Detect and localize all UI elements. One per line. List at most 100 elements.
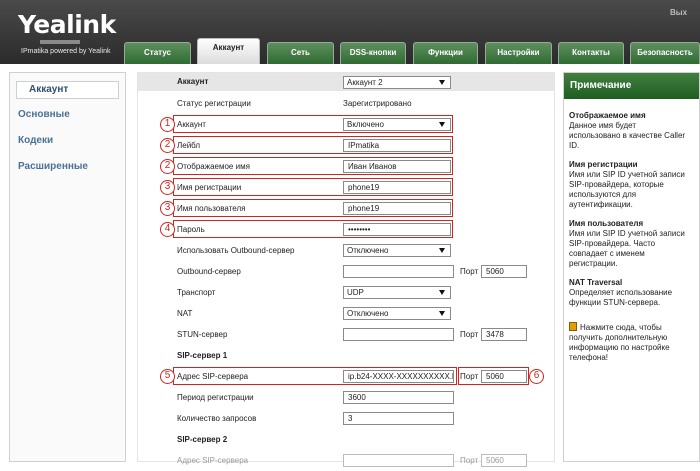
account-select-value: Аккаунт 2 — [347, 78, 383, 87]
annotation-badge-3: 3 — [160, 201, 175, 216]
stun-port-label: Порт — [460, 330, 479, 339]
help-panel: Примечание Отображаемое имя Данное имя б… — [563, 72, 700, 462]
sip2-address-label: Адрес SIP-сервера — [177, 456, 249, 465]
highlight-display-name-row — [173, 157, 453, 175]
logo-tagline: IPmatika powered by Yealink — [21, 48, 111, 55]
sidebar: Аккаунт Основные Кодеки Расширенные — [9, 72, 126, 462]
outbound-enable-select[interactable]: Отключено — [343, 244, 451, 257]
logo: Yealink — [18, 10, 116, 39]
tab-network[interactable]: Сеть — [267, 42, 334, 64]
help-line: SIP-провайдера, которые — [569, 180, 664, 189]
help-body: Отображаемое имя Данное имя будет исполь… — [569, 111, 699, 372]
annotation-badge-1: 1 — [160, 117, 175, 132]
help-line: Определяет использование — [569, 288, 673, 297]
chevron-down-icon — [439, 248, 445, 253]
help-title: Примечание — [564, 73, 699, 99]
help-line: Нажмите сюда, чтобы — [580, 323, 662, 332]
main-tabs: Статус Аккаунт Сеть DSS-кнопки Функции Н… — [124, 38, 700, 64]
account-select-label: Аккаунт — [177, 77, 209, 86]
sidebar-item-account[interactable]: Аккаунт — [16, 81, 119, 99]
help-line: аутентификации. — [569, 200, 633, 209]
registration-status-value: Зарегистрировано — [343, 99, 412, 108]
outbound-port-label: Порт — [460, 267, 479, 276]
sip1-period-label: Период регистрации — [177, 393, 254, 402]
highlight-account-row — [173, 115, 453, 133]
help-section-register-name: Имя регистрации Имя или SIP ID учетной з… — [569, 160, 699, 210]
stun-port-input[interactable]: 3478 — [481, 328, 527, 341]
tab-contacts[interactable]: Контакты — [558, 42, 624, 64]
stun-server-label: STUN-сервер — [177, 330, 228, 339]
chevron-down-icon — [439, 290, 445, 295]
outbound-server-input[interactable] — [343, 265, 454, 278]
highlight-sip-address-row — [173, 367, 457, 385]
tab-settings[interactable]: Настройки — [485, 42, 552, 64]
help-section-user-name: Имя пользователя Имя или SIP ID учетной … — [569, 219, 699, 269]
logout-link[interactable]: Вых — [670, 8, 687, 17]
help-heading: Имя пользователя — [569, 219, 644, 228]
outbound-enable-label: Использовать Outbound-сервер — [177, 246, 295, 255]
annotation-badge-3: 3 — [160, 180, 175, 195]
stun-server-input[interactable] — [343, 328, 454, 341]
sip1-period-input[interactable]: 3600 — [343, 391, 454, 404]
help-line: получить дополнительную — [569, 333, 668, 342]
help-line: Имя или SIP ID учетной записи — [569, 170, 685, 179]
annotation-badge-4: 4 — [160, 222, 175, 237]
outbound-server-label: Outbound-сервер — [177, 267, 241, 276]
help-line: ID. — [569, 141, 580, 150]
nat-value: Отключено — [347, 309, 389, 318]
highlight-label-row — [173, 136, 453, 154]
help-line: регистрации. — [569, 259, 618, 268]
annotation-badge-2: 2 — [160, 159, 175, 174]
sidebar-item-basic[interactable]: Основные — [18, 109, 70, 120]
help-heading: Отображаемое имя — [569, 111, 646, 120]
tab-security[interactable]: Безопасность — [630, 42, 700, 64]
sip2-address-input[interactable] — [343, 454, 454, 467]
transport-value: UDP — [347, 288, 364, 297]
header-bar: Yealink IPmatika powered by Yealink Вых … — [0, 0, 700, 64]
annotation-badge-5: 5 — [160, 369, 175, 384]
help-more-info-link[interactable]: Нажмите сюда, чтобы получить дополнитель… — [569, 322, 699, 363]
help-heading: NAT Traversal — [569, 278, 623, 287]
sip1-retries-label: Количество запросов — [177, 414, 257, 423]
sip2-title: SIP-сервер 2 — [177, 435, 228, 444]
help-line: используются для — [569, 190, 637, 199]
help-line: SIP-провайдера. Часто — [569, 239, 656, 248]
transport-select[interactable]: UDP — [343, 286, 451, 299]
tab-features[interactable]: Функции — [413, 42, 478, 64]
help-line: Имя или SIP ID учетной записи — [569, 229, 685, 238]
chevron-down-icon — [439, 80, 445, 85]
annotation-badge-6: 6 — [529, 369, 544, 384]
account-form: Аккаунт Аккаунт 2 Статус регистрации Зар… — [137, 72, 555, 467]
note-icon — [569, 322, 577, 331]
help-line: использовано в качестве Caller — [569, 131, 686, 140]
help-line: Данное имя будет — [569, 121, 637, 130]
tab-status[interactable]: Статус — [124, 42, 191, 64]
tab-dss-keys[interactable]: DSS-кнопки — [340, 42, 406, 64]
content-panel: Аккаунт Основные Кодеки Расширенные Акка… — [0, 64, 700, 471]
chevron-down-icon — [439, 311, 445, 316]
logo-underline — [40, 40, 80, 44]
sip1-retries-input[interactable]: 3 — [343, 412, 454, 425]
nat-select[interactable]: Отключено — [343, 307, 451, 320]
sip2-port-label: Порт — [460, 456, 479, 465]
help-section-nat: NAT Traversal Определяет использование ф… — [569, 278, 699, 308]
outbound-enable-value: Отключено — [347, 246, 389, 255]
help-section-display-name: Отображаемое имя Данное имя будет исполь… — [569, 111, 699, 151]
outbound-port-input[interactable]: 5060 — [481, 265, 527, 278]
sidebar-item-advanced[interactable]: Расширенные — [18, 161, 88, 172]
nat-label: NAT — [177, 309, 193, 318]
highlight-register-name-row — [173, 178, 453, 196]
help-heading: Имя регистрации — [569, 160, 638, 169]
highlight-user-name-row — [173, 199, 453, 217]
sip2-port-input[interactable]: 5060 — [481, 454, 527, 467]
help-line: функции STUN-сервера. — [569, 298, 661, 307]
transport-label: Транспорт — [177, 288, 216, 297]
help-line: телефона! — [569, 353, 608, 362]
account-select[interactable]: Аккаунт 2 — [343, 76, 451, 89]
highlight-password-row — [173, 220, 453, 238]
tab-account[interactable]: Аккаунт — [197, 38, 260, 64]
sip1-title: SIP-сервер 1 — [177, 351, 228, 360]
annotation-badge-2: 2 — [160, 138, 175, 153]
registration-status-label: Статус регистрации — [177, 99, 251, 108]
sidebar-item-codecs[interactable]: Кодеки — [18, 135, 53, 146]
